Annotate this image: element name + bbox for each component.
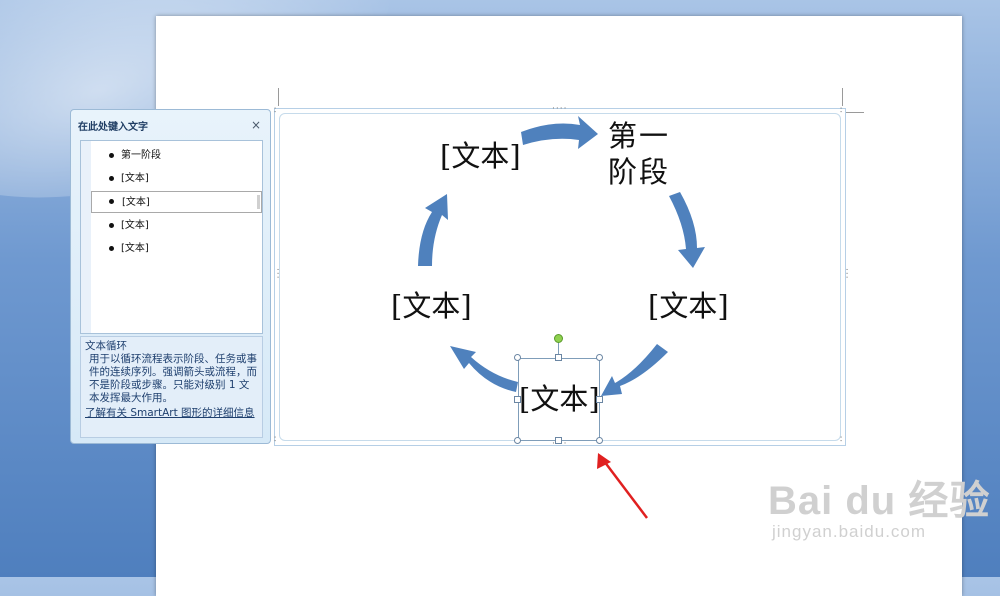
list-gutter <box>81 141 91 333</box>
resize-handle-sw[interactable] <box>514 437 521 444</box>
list-item[interactable]: [文本] <box>91 168 262 190</box>
bullet-icon <box>109 246 114 251</box>
diagram-node-4[interactable]: [文本] <box>391 288 472 324</box>
row-scroll-indicator <box>257 195 260 209</box>
resize-handle-w[interactable] <box>514 396 521 403</box>
diagram-node-1[interactable]: 第一 阶段 <box>608 118 676 190</box>
layout-description-text: 用于以循环流程表示阶段、任务或事件的连续序列。强调箭头或流程，而不是阶段或步骤。… <box>89 353 257 404</box>
list-item[interactable]: 第一阶段 <box>91 145 262 167</box>
diagram-node-1-line1: 第一 <box>608 119 671 153</box>
cycle-arrow-bottom-right <box>601 344 668 396</box>
bullet-icon <box>109 176 114 181</box>
resize-handle-n[interactable] <box>555 354 562 361</box>
list-item-label: [文本] <box>122 197 150 208</box>
list-item-label: [文本] <box>121 243 149 254</box>
list-item-active[interactable]: [文本] <box>91 191 262 213</box>
text-pane-list[interactable]: 第一阶段 [文本] [文本] [文本] [文本] <box>80 140 263 334</box>
layout-name: 文本循环 <box>85 340 127 352</box>
bullet-icon <box>109 223 114 228</box>
bullet-icon <box>109 199 114 204</box>
cycle-arrow-bottom-left <box>450 346 518 392</box>
selected-shape-box[interactable] <box>518 358 600 441</box>
diagram-node-1-line2: 阶段 <box>608 155 671 189</box>
layout-description: 文本循环 用于以循环流程表示阶段、任务或事件的连续序列。强调箭头或流程，而不是阶… <box>80 336 263 438</box>
diagram-node-5[interactable]: [文本] <box>440 138 521 174</box>
list-item-label: [文本] <box>121 173 149 184</box>
text-pane-title: 在此处键入文字 <box>78 122 148 133</box>
cycle-arrow-top <box>521 116 598 149</box>
cycle-arrow-left <box>418 194 448 266</box>
cycle-arrow-right <box>669 192 705 268</box>
annotation-arrow-line <box>603 460 648 519</box>
list-item-label: 第一阶段 <box>121 150 161 161</box>
rotate-handle[interactable] <box>554 334 563 343</box>
list-item[interactable]: [文本] <box>91 238 262 260</box>
bullet-icon <box>109 153 114 158</box>
smartart-text-pane[interactable]: 在此处键入文字 × 第一阶段 [文本] [文本] [文本] [文本] 文本循环 … <box>70 109 271 444</box>
list-item-label: [文本] <box>121 220 149 231</box>
watermark-main: Bai du 经验 <box>768 479 991 523</box>
resize-handle-se[interactable] <box>596 437 603 444</box>
baidu-watermark-logo: Bai du 经验 jingyan.baidu.com <box>768 468 990 542</box>
resize-handle-e[interactable] <box>596 396 603 403</box>
learn-more-link[interactable]: 了解有关 SmartArt 图形的详细信息 <box>85 407 258 420</box>
list-item[interactable]: [文本] <box>91 215 262 237</box>
resize-handle-nw[interactable] <box>514 354 521 361</box>
close-icon[interactable]: × <box>251 118 261 132</box>
resize-handle-ne[interactable] <box>596 354 603 361</box>
resize-handle-s[interactable] <box>555 437 562 444</box>
diagram-node-2[interactable]: [文本] <box>648 288 729 324</box>
